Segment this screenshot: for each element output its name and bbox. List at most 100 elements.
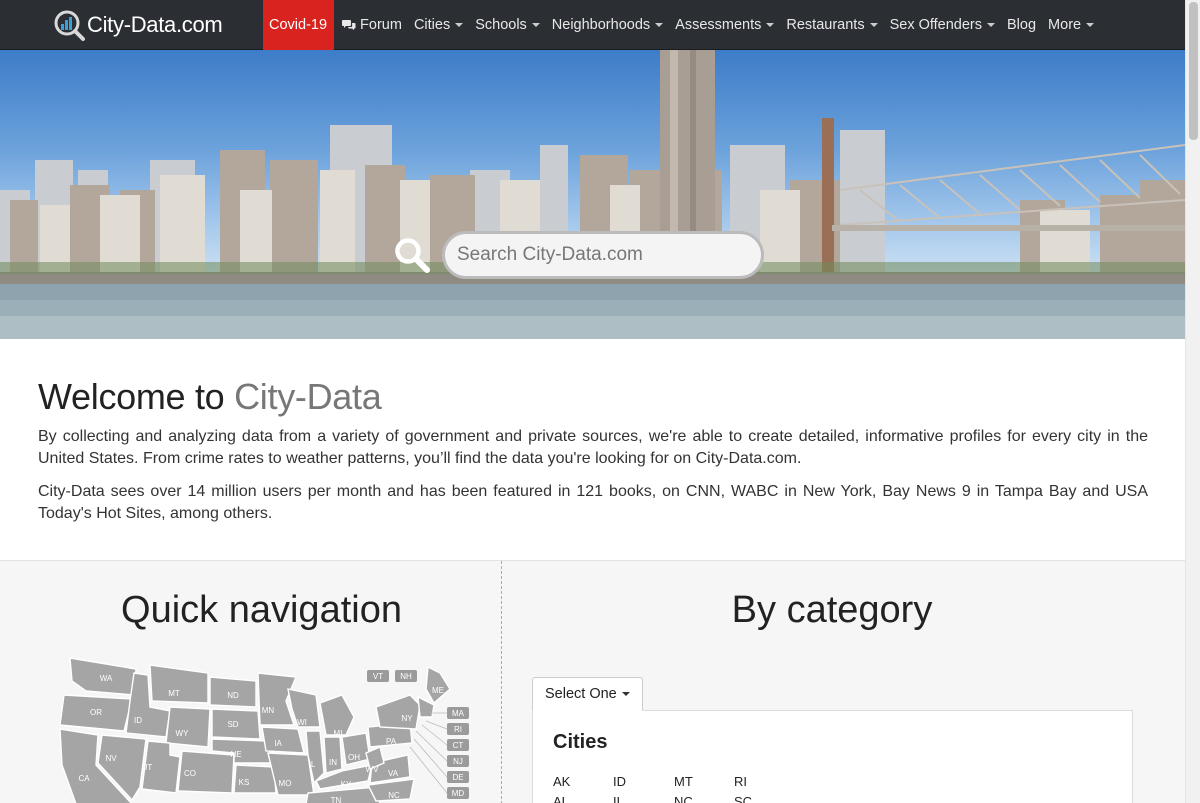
nav-item-more[interactable]: More [1042, 0, 1100, 50]
nav-menu: Covid-19 Forum Cities Schools Neighborho… [263, 0, 1100, 50]
state-link[interactable]: RI [734, 773, 794, 791]
map-label: MD [452, 789, 465, 798]
city-skyline-image [0, 50, 1185, 339]
nav-item-label: Restaurants [786, 17, 865, 33]
nav-item-covid-19[interactable]: Covid-19 [263, 0, 335, 50]
map-label: OH [348, 753, 360, 762]
nav-item-restaurants[interactable]: Restaurants [780, 0, 883, 50]
welcome-heading: Welcome to City-Data [38, 376, 1148, 418]
map-label: UT [142, 763, 153, 772]
map-label: MO [279, 779, 292, 788]
map-state-ny [375, 694, 421, 730]
map-label: KY [341, 780, 352, 789]
caret-down-icon [455, 23, 464, 27]
map-label: KS [239, 778, 250, 787]
search-icon[interactable] [393, 236, 431, 274]
nav-item-schools[interactable]: Schools [469, 0, 546, 50]
map-label: ME [432, 686, 444, 695]
state-link[interactable]: MT [674, 773, 734, 791]
map-label: OR [90, 708, 102, 717]
magnifier-chart-logo-icon [54, 10, 85, 41]
state-link[interactable]: AK [553, 773, 613, 791]
map-label: WI [297, 718, 307, 727]
logo-text: City-Data.com [87, 12, 223, 37]
page: City-Data.com Covid-19 Forum Cities Scho… [0, 0, 1200, 803]
map-label: ID [134, 716, 142, 725]
map-label: VA [388, 769, 399, 778]
map-label: IN [329, 758, 337, 767]
map-label: MN [262, 706, 275, 715]
map-label: WV [366, 765, 380, 774]
map-label: RI [454, 725, 462, 734]
category-panel: Cities AK ID MT RI AL IL NC SC [532, 710, 1133, 803]
state-link-grid: AK ID MT RI AL IL NC SC [553, 773, 813, 803]
vertical-scrollbar[interactable] [1185, 0, 1200, 803]
map-label: NE [230, 750, 241, 759]
caret-down-icon [766, 23, 775, 27]
nav-item-label: Neighborhoods [551, 17, 651, 33]
state-link[interactable]: ID [613, 773, 674, 791]
caret-down-icon [531, 23, 540, 27]
map-label: ND [227, 691, 239, 700]
map-label: VT [373, 672, 383, 681]
nav-item-cities[interactable]: Cities [408, 0, 469, 50]
nav-item-blog[interactable]: Blog [1001, 0, 1042, 50]
nav-item-neighborhoods[interactable]: Neighborhoods [546, 0, 669, 50]
us-states-map[interactable]: WA OR CA ID NV MT WY UT CO ND SD NE KS M… [58, 655, 478, 803]
site-logo[interactable]: City-Data.com [53, 8, 223, 42]
map-label: MA [452, 709, 465, 718]
nav-item-label: Sex Offenders [889, 17, 983, 33]
category-select-label: Select One [545, 686, 617, 702]
map-label: IL [309, 760, 316, 769]
welcome-heading-prefix: Welcome to [38, 376, 235, 417]
map-state-in [323, 736, 343, 774]
category-select-button[interactable]: Select One [532, 677, 643, 711]
navigation-section: Quick navigation WA OR CA ID NV MT WY UT… [0, 560, 1185, 803]
state-link[interactable]: NC [674, 793, 734, 803]
map-label: IA [274, 739, 282, 748]
search-input[interactable] [442, 231, 764, 279]
map-state-wy [165, 706, 211, 748]
map-label: MT [168, 689, 180, 698]
welcome-paragraph-2: City-Data sees over 14 million users per… [38, 483, 1148, 522]
map-label: CT [453, 741, 464, 750]
welcome-heading-brand: City-Data [234, 376, 382, 417]
nav-item-label: Cities [413, 17, 451, 33]
map-state-tn [305, 786, 381, 803]
search-bar [393, 231, 764, 279]
map-state-ia [261, 726, 305, 754]
nav-item-label: Blog [1007, 17, 1037, 33]
nav-item-sex-offenders[interactable]: Sex Offenders [884, 0, 1001, 50]
nav-item-label: Covid-19 [269, 17, 328, 33]
top-navbar: City-Data.com Covid-19 Forum Cities Scho… [0, 0, 1185, 50]
map-label: DE [452, 773, 463, 782]
scrollbar-thumb[interactable] [1189, 2, 1198, 140]
state-link[interactable]: SC [734, 793, 794, 803]
nav-item-label: More [1048, 17, 1082, 33]
nav-item-forum[interactable]: Forum [336, 0, 408, 50]
map-label: MI [334, 729, 343, 738]
map-state-me [425, 665, 451, 705]
welcome-paragraph-1: By collecting and analyzing data from a … [38, 428, 1148, 467]
map-label: TN [331, 796, 342, 803]
caret-down-icon [869, 23, 878, 27]
chat-bubbles-icon [342, 19, 356, 31]
map-label: NY [401, 714, 413, 723]
map-label: CO [184, 769, 196, 778]
map-label: SD [227, 720, 238, 729]
by-category-title: By category [731, 589, 933, 631]
state-link[interactable]: IL [613, 793, 674, 803]
map-label: NJ [453, 757, 463, 766]
map-label: WA [100, 674, 113, 683]
map-label: NH [400, 672, 412, 681]
caret-down-icon [1086, 23, 1095, 27]
caret-down-icon [655, 23, 664, 27]
caret-down-icon [987, 23, 996, 27]
state-link[interactable]: AL [553, 793, 613, 803]
map-label: NV [105, 754, 117, 763]
nav-item-assessments[interactable]: Assessments [669, 0, 780, 50]
map-label: CA [78, 774, 90, 783]
map-label: WY [176, 729, 190, 738]
nav-item-label: Assessments [675, 17, 762, 33]
nav-item-label: Forum [360, 17, 402, 33]
